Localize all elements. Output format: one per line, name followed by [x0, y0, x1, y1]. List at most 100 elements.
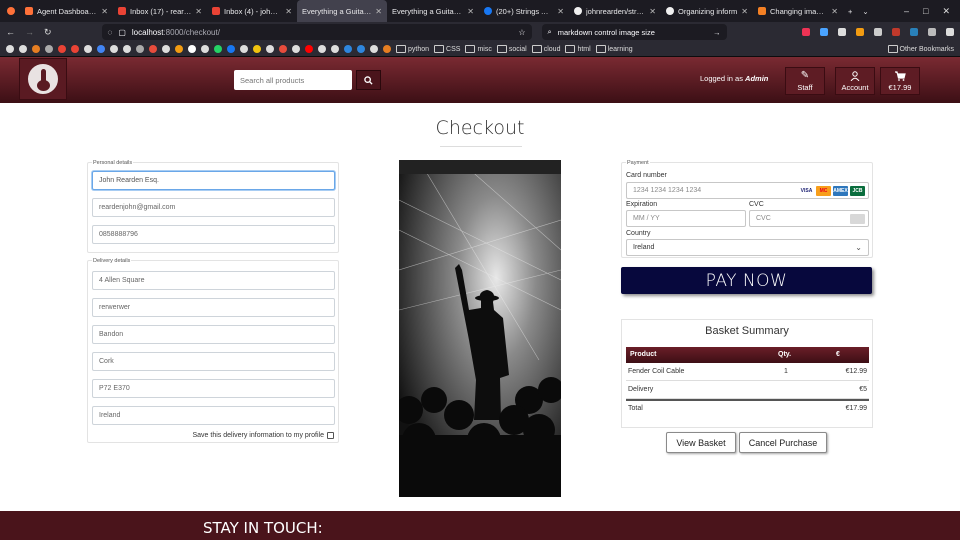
page-info-icon[interactable]: ▢: [118, 28, 126, 37]
bookmark-icon[interactable]: [305, 45, 313, 53]
browser-tab[interactable]: Agent Dashboard - My✕: [20, 0, 113, 22]
close-tab-icon[interactable]: ✕: [195, 7, 202, 16]
bookmark-icon[interactable]: [71, 45, 79, 53]
bookmark-folder[interactable]: CSS: [434, 45, 460, 53]
close-window-button[interactable]: ✕: [942, 6, 950, 17]
go-arrow-icon[interactable]: →: [713, 28, 721, 37]
browser-tab[interactable]: johnrearden/string ✕: [569, 0, 661, 22]
site-logo[interactable]: [19, 58, 67, 100]
bookmark-icon[interactable]: [292, 45, 300, 53]
postcode-field[interactable]: P72 E370: [92, 379, 335, 398]
bookmark-star-icon[interactable]: ☆: [518, 28, 525, 37]
bookmark-icon[interactable]: [149, 45, 157, 53]
full-name-field[interactable]: John Rearden Esq.: [92, 171, 335, 190]
bookmark-icon[interactable]: [175, 45, 183, 53]
phone-field[interactable]: 0858888796: [92, 225, 335, 244]
extension-icon[interactable]: [838, 28, 846, 36]
reload-icon[interactable]: ↻: [44, 27, 52, 38]
basket-button[interactable]: €17.99: [880, 67, 920, 95]
bookmark-icon[interactable]: [279, 45, 287, 53]
download-icon[interactable]: [820, 28, 828, 36]
other-bookmarks[interactable]: Other Bookmarks: [888, 45, 954, 53]
staff-button[interactable]: ✎ Staff: [785, 67, 825, 95]
expiration-field[interactable]: MM / YY: [626, 210, 746, 227]
cvc-field[interactable]: CVC: [749, 210, 869, 227]
bookmark-icon[interactable]: [240, 45, 248, 53]
cancel-purchase-button[interactable]: Cancel Purchase: [739, 432, 827, 453]
tab-list-button[interactable]: ⌄: [857, 0, 873, 22]
account-button[interactable]: Account: [835, 67, 875, 95]
extension-icon[interactable]: [892, 28, 900, 36]
close-tab-icon[interactable]: ✕: [101, 7, 108, 16]
product-search-input[interactable]: [234, 70, 352, 90]
bookmark-icon[interactable]: [188, 45, 196, 53]
menu-icon[interactable]: [946, 28, 954, 36]
bookmark-icon[interactable]: [331, 45, 339, 53]
gmail-icon[interactable]: [58, 45, 66, 53]
bookmark-icon[interactable]: [6, 45, 14, 53]
browser-tab[interactable]: Inbox (17) - rearde ✕: [113, 0, 207, 22]
street-address-2-field[interactable]: rerwerwer: [92, 298, 335, 317]
maximize-button[interactable]: □: [923, 6, 928, 17]
forward-icon[interactable]: →: [25, 27, 34, 37]
extension-icon[interactable]: [856, 28, 864, 36]
view-basket-button[interactable]: View Basket: [666, 432, 736, 453]
bookmark-icon[interactable]: [318, 45, 326, 53]
close-tab-icon[interactable]: ✕: [831, 7, 838, 16]
bookmark-icon[interactable]: [201, 45, 209, 53]
bookmark-icon[interactable]: [19, 45, 27, 53]
extension-icon[interactable]: [910, 28, 918, 36]
bookmark-icon[interactable]: [162, 45, 170, 53]
country-select[interactable]: Ireland ⌄: [626, 239, 869, 256]
bookmark-icon[interactable]: [123, 45, 131, 53]
bookmark-folder[interactable]: cloud: [532, 45, 561, 53]
browser-tab[interactable]: Inbox (4) - john.rea ✕: [207, 0, 297, 22]
bookmark-folder[interactable]: html: [565, 45, 590, 53]
bookmark-icon[interactable]: [253, 45, 261, 53]
close-tab-icon[interactable]: ✕: [741, 7, 748, 16]
card-number-field[interactable]: 1234 1234 1234 1234 VISA MC AMEX JCB: [626, 182, 869, 199]
bookmark-folder[interactable]: social: [497, 45, 527, 53]
bookmark-folder[interactable]: learning: [596, 45, 633, 53]
close-tab-icon[interactable]: ✕: [557, 7, 564, 16]
bookmark-folder[interactable]: python: [396, 45, 429, 53]
search-button[interactable]: [356, 70, 381, 90]
back-icon[interactable]: ←: [6, 27, 15, 37]
email-field[interactable]: reardenjohn@gmail.com: [92, 198, 335, 217]
town-field[interactable]: Bandon: [92, 325, 335, 344]
street-address-1-field[interactable]: 4 Allen Square: [92, 271, 335, 290]
bookmark-icon[interactable]: [45, 45, 53, 53]
minimize-button[interactable]: –: [904, 6, 909, 17]
close-tab-icon[interactable]: ✕: [467, 7, 474, 16]
pay-now-button[interactable]: PAY NOW: [621, 267, 872, 294]
country-field[interactable]: Ireland: [92, 406, 335, 425]
new-tab-button[interactable]: +: [843, 0, 857, 22]
bookmark-icon[interactable]: [370, 45, 378, 53]
bookmark-icon[interactable]: [97, 45, 105, 53]
browser-search-bar[interactable]: ⌕ markdown control image size →: [541, 24, 727, 40]
browser-menu-icon[interactable]: [2, 0, 20, 22]
county-field[interactable]: Cork: [92, 352, 335, 371]
bookmark-icon[interactable]: [357, 45, 365, 53]
bookmark-icon[interactable]: [110, 45, 118, 53]
bookmark-icon[interactable]: [84, 45, 92, 53]
bookmark-folder[interactable]: misc: [465, 45, 491, 53]
puzzle-icon[interactable]: [928, 28, 936, 36]
browser-tab[interactable]: Everything a Guitarist ✕: [387, 0, 479, 22]
bookmark-icon[interactable]: [227, 45, 235, 53]
browser-tab[interactable]: (20+) Strings Attac ✕: [479, 0, 569, 22]
close-tab-icon[interactable]: ✕: [375, 7, 382, 16]
bookmark-icon[interactable]: [136, 45, 144, 53]
bookmark-icon[interactable]: [214, 45, 222, 53]
pocket-icon[interactable]: [802, 28, 810, 36]
url-bar[interactable]: ◌ ▢ localhost:8000/checkout/ ☆: [101, 24, 532, 40]
browser-tab[interactable]: Changing image si ✕: [753, 0, 843, 22]
browser-tab[interactable]: Organizing inform ✕: [661, 0, 753, 22]
save-info-checkbox[interactable]: [327, 432, 334, 439]
bookmark-icon[interactable]: [344, 45, 352, 53]
close-tab-icon[interactable]: ✕: [285, 7, 292, 16]
bookmark-icon[interactable]: [32, 45, 40, 53]
extension-icon[interactable]: [874, 28, 882, 36]
bookmark-icon[interactable]: [383, 45, 391, 53]
bookmark-icon[interactable]: [266, 45, 274, 53]
